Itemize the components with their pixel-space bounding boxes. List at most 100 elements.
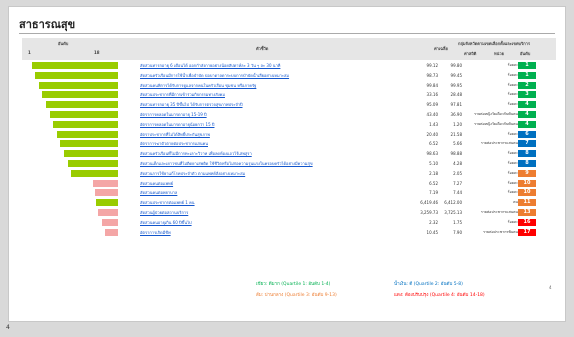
rank-badge: 7 xyxy=(518,140,536,148)
rank-header: อันดับ xyxy=(58,41,69,46)
table-row: อัตราการคลอดในมารดาอายุน้อยกว่า 15 ปี 1.4… xyxy=(22,120,556,128)
indicator-link[interactable]: สัดส่วนการใช้ยาแก้โรคประจำตัว ตามแพทย์สั… xyxy=(140,170,245,177)
unit-header: หน่วย xyxy=(494,51,504,56)
unit-text: ร้อยละ xyxy=(507,151,518,156)
avg-value: 3,259.73 xyxy=(420,210,438,215)
rank-max: 18 xyxy=(94,50,100,55)
unit-text: รายต่อประชากรพันคน xyxy=(483,229,518,234)
avg-value: 10.45 xyxy=(426,229,438,235)
legend-q3: ส้ม: ปานกลาง (Quartile 3: อันดับ 9-13) xyxy=(256,293,337,298)
avg-value: 95.09 xyxy=(426,102,438,108)
indicator-link[interactable]: สัดส่วนคนต่อพยาบาล xyxy=(140,189,177,196)
indicator-link[interactable]: สัดส่วนคนพิการได้รับการดูแลจากคนในครัวเร… xyxy=(140,82,256,89)
indicator-link[interactable]: สัดส่วนทารกอายุ 35 ปีขึ้นไป ได้รับการตรว… xyxy=(140,101,242,108)
table-row: สัดส่วนทารกอายุ 6 เดือนได้ ออกกำลังกายอย… xyxy=(22,62,556,69)
unit-text: ร้อยละ xyxy=(507,63,518,67)
indicator-link[interactable]: สัดส่วนประชากรที่มีการเข้าร่วมกิจกรรมทาง… xyxy=(140,91,225,98)
avg-value: 5.10 xyxy=(429,161,438,166)
rank-bar xyxy=(46,101,118,109)
rank-bar xyxy=(105,228,118,236)
rank-badge: 6 xyxy=(518,130,536,138)
table-row: สัดส่วนประชากรต่อแพทย์ 1 คน 6,419.46 6,412… xyxy=(22,199,556,207)
indicator-link[interactable]: อัตราการเกิดมีชีพ xyxy=(140,229,171,236)
rank-bar xyxy=(35,71,118,79)
unit-text: ร้อยละ xyxy=(507,219,518,224)
rank-badge: 9 xyxy=(518,169,536,177)
group-header: กลุ่มจังหวัดตามเขตเลือกตั้งและเขตบริการ xyxy=(458,41,531,46)
unit-text: ร้อยละ xyxy=(507,92,518,97)
indicator-link[interactable]: สัดส่วนคนต่อแพทย์ xyxy=(140,180,173,187)
indicator-link[interactable]: สัดส่วนครัวเรือนมีการใช้น้ำเพื่อบำบัด บ่… xyxy=(140,72,289,79)
rank-bar xyxy=(60,140,118,148)
rank-badge: 4 xyxy=(518,111,536,118)
rank-badge: 11 xyxy=(518,199,536,207)
rank-bar xyxy=(53,120,118,128)
rank-badge: 3 xyxy=(518,91,536,99)
page-number: 4 xyxy=(549,285,552,290)
table-row: สัดส่วนครัวเรือนที่ไม่มีการทะเลาะวิวาท เ… xyxy=(22,150,556,158)
rank-bar xyxy=(95,189,118,197)
table-row: สัดส่วนผู้ป่วยต่อสถานบริการ 3,259.73 3,725… xyxy=(22,209,556,216)
unit-text: ร้อยละ xyxy=(507,161,518,165)
legend-q2: น้ำเงิน: ดี (Quartile 2: อันดับ 5-8) xyxy=(394,282,463,287)
rank-badge: 13 xyxy=(518,209,536,216)
indicator-header: ตัวชี้วัด xyxy=(256,46,269,51)
avg-value: 99.12 xyxy=(426,63,438,68)
table-row: สัดส่วนคนต่อแพทย์ 6.52 7.27 ร้อยละ 10 xyxy=(22,179,556,187)
indicator-link[interactable]: อัตราประชากรที่ไม่ได้สิทธิ์ประกันสุขภาพ xyxy=(140,131,210,138)
unit-text: รายต่อหญิงวัยเดียวกันพันคน xyxy=(474,112,518,116)
unit-text: รายต่อหญิงวัยเดียวกันพันคน xyxy=(474,121,518,126)
avg-value: 43.40 xyxy=(426,112,438,117)
table-row: สัดส่วนคนพิการได้รับการดูแลจากคนในครัวเร… xyxy=(22,81,556,89)
unit-text: ร้อยละ xyxy=(507,190,518,195)
rank-badge: 8 xyxy=(518,160,536,167)
legend-q1: เขียว: ดีมาก (Quartile 1: อันดับ 1-4) xyxy=(256,282,331,287)
avg-value: 1.43 xyxy=(429,121,438,127)
table-row: สัดส่วนคนต่อพยาบาล 7.19 7.44 ร้อยละ 10 xyxy=(22,189,556,197)
indicator-link[interactable]: สัดส่วนเด็กและเยาวชนที่ไม่ติดยาเสพติด ใช… xyxy=(140,160,313,167)
table-row: อัตราการฆ่าตัวตายต่อประชากรแสนคน 6.52 5.66… xyxy=(22,140,556,148)
table-row: สัดส่วนประชากรที่มีการเข้าร่วมกิจกรรมทาง… xyxy=(22,91,556,99)
rank-bar xyxy=(71,169,118,177)
rank-bar xyxy=(96,199,118,207)
indicator-link[interactable]: สัดส่วนประชากรต่อแพทย์ 1 คน xyxy=(140,199,195,206)
table-row: สัดส่วนทารกอายุ 35 ปีขึ้นไป ได้รับการตรว… xyxy=(22,101,556,109)
rank-bar xyxy=(42,91,118,99)
indicator-link[interactable]: สัดส่วนคนอายุเกิน 60 ปีขึ้นไป xyxy=(140,219,192,226)
rank-bar xyxy=(93,179,118,187)
rank-badge: 1 xyxy=(518,62,536,69)
indicator-link[interactable]: สัดส่วนทารกอายุ 6 เดือนได้ ออกกำลังกายอย… xyxy=(140,62,280,69)
indicator-link[interactable]: อัตราการฆ่าตัวตายต่อประชากรแสนคน xyxy=(140,140,208,147)
rank-bar xyxy=(57,130,118,138)
indicator-link[interactable]: สัดส่วนผู้ป่วยต่อสถานบริการ xyxy=(140,209,188,216)
unit-text: ร้อยละ xyxy=(507,180,518,185)
rank-badge: 1 xyxy=(518,71,536,79)
avg-value: 2.32 xyxy=(429,219,438,225)
table-row: อัตราประชากรที่ไม่ได้สิทธิ์ประกันสุขภาพ 2… xyxy=(22,130,556,138)
rank-col-header: อันดับ xyxy=(520,51,531,56)
unit-text: ร้อยละ xyxy=(507,102,518,107)
table-row: สัดส่วนครัวเรือนมีการใช้น้ำเพื่อบำบัด บ่… xyxy=(22,71,556,79)
rank-badge: 4 xyxy=(518,120,536,128)
avg-value: 6,419.46 xyxy=(420,200,438,206)
rank-badge: 4 xyxy=(518,101,536,109)
bottom-number: 4 xyxy=(6,324,10,331)
rank-min: 1 xyxy=(28,50,31,55)
avg-value: 33.16 xyxy=(426,92,438,98)
avg-value: 99.84 xyxy=(426,82,438,88)
rank-bar xyxy=(64,150,118,158)
legend-q4: แดง: ต้องปรับปรุง (Quartile 4: อันดับ 14… xyxy=(394,293,485,298)
avg-value: 98.73 xyxy=(426,72,438,78)
indicator-link[interactable]: อัตราการคลอดในมารดาอายุ 15-19 ปี xyxy=(140,111,207,118)
indicator-link[interactable]: สัดส่วนครัวเรือนที่ไม่มีการทะเลาะวิวาท เ… xyxy=(140,150,252,157)
table-row: สัดส่วนเด็กและเยาวชนที่ไม่ติดยาเสพติด ใช… xyxy=(22,160,556,167)
rank-bar xyxy=(32,62,118,69)
rank-badge: 16 xyxy=(518,218,536,226)
avg-value: 6.52 xyxy=(429,141,438,147)
table-row: สัดส่วนคนอายุเกิน 60 ปีขึ้นไป 2.32 1.75 ร้อ… xyxy=(22,218,556,226)
rank-bar xyxy=(102,218,118,226)
avg-value: 20.40 xyxy=(426,131,438,137)
indicator-link[interactable]: อัตราการคลอดในมารดาอายุน้อยกว่า 15 ปี xyxy=(140,121,214,128)
avg-header: ค่าเฉลี่ย xyxy=(434,46,448,51)
rank-badge: 17 xyxy=(518,228,536,236)
